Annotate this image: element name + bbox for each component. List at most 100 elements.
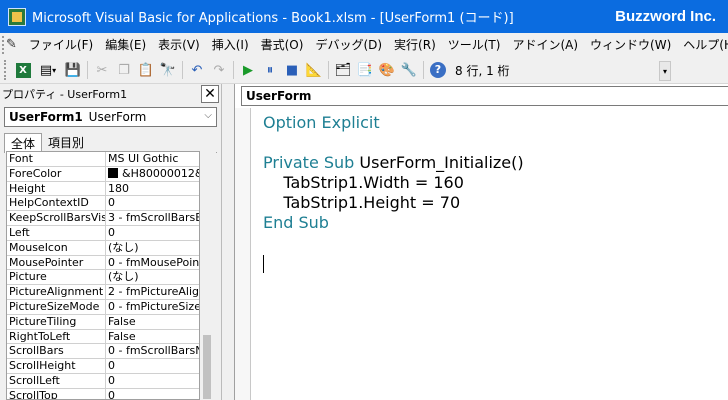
- find-icon[interactable]: 🔭: [157, 59, 179, 81]
- code-editor[interactable]: Option Explicit Private Sub UserForm_Ini…: [263, 113, 524, 273]
- cut-icon[interactable]: ✂: [91, 59, 113, 81]
- property-name: RightToLeft: [7, 329, 106, 344]
- property-value[interactable]: (なし): [106, 270, 199, 284]
- property-value[interactable]: False: [106, 315, 199, 329]
- property-row[interactable]: ScrollLeft 0: [7, 373, 199, 389]
- code-keyword: Option Explicit: [263, 113, 380, 132]
- property-value[interactable]: 0: [106, 196, 199, 210]
- code-line[interactable]: [263, 133, 524, 153]
- break-icon[interactable]: ⏸: [259, 59, 281, 81]
- run-icon[interactable]: ▶: [237, 59, 259, 81]
- property-value-color[interactable]: &H80000012&: [106, 167, 199, 181]
- object-select[interactable]: UserForm1 UserForm ⌵: [4, 107, 217, 127]
- property-row[interactable]: RightToLeft False: [7, 329, 199, 345]
- vba-app-icon[interactable]: [8, 7, 26, 26]
- property-row[interactable]: KeepScrollBarsVis 3 - fmScrollBarsB: [7, 211, 199, 226]
- property-value[interactable]: 0: [106, 389, 199, 399]
- chevron-down-icon[interactable]: ⌵: [204, 110, 212, 121]
- system-menu-icon[interactable]: ✎: [6, 37, 17, 53]
- property-row[interactable]: PictureSizeMode 0 - fmPictureSize: [7, 299, 199, 315]
- code-line[interactable]: Option Explicit: [263, 113, 524, 133]
- menu-addins[interactable]: アドイン(A): [506, 34, 584, 56]
- menu-insert[interactable]: 挿入(I): [206, 34, 255, 56]
- menu-edit[interactable]: 編集(E): [99, 34, 152, 56]
- excel-view-icon[interactable]: X: [12, 59, 34, 81]
- property-value[interactable]: 0 - fmPictureSize: [106, 300, 199, 314]
- properties-tabs: 全体 項目別: [4, 133, 217, 153]
- property-row[interactable]: Picture (なし): [7, 270, 199, 286]
- menu-view[interactable]: 表示(V): [152, 34, 206, 56]
- insert-userform-icon[interactable]: ▤ ▾: [34, 59, 62, 81]
- code-line[interactable]: [263, 233, 524, 253]
- property-name: ScrollTop: [7, 388, 106, 399]
- property-row[interactable]: ScrollHeight 0: [7, 359, 199, 374]
- menu-grip-handle[interactable]: [2, 36, 4, 54]
- object-browser-icon[interactable]: 🎨: [376, 59, 398, 81]
- menu-window[interactable]: ウィンドウ(W): [584, 34, 677, 56]
- code-line-current[interactable]: [263, 253, 524, 273]
- property-row[interactable]: MousePointer 0 - fmMousePoint: [7, 255, 199, 271]
- menu-tools[interactable]: ツール(T): [442, 34, 507, 56]
- property-name: KeepScrollBarsVis: [9, 211, 106, 225]
- paste-icon[interactable]: 📋: [135, 59, 157, 81]
- property-value[interactable]: MS UI Gothic: [106, 152, 199, 166]
- design-mode-icon[interactable]: 📐: [303, 59, 325, 81]
- property-value[interactable]: False: [106, 330, 199, 344]
- toolbox-icon[interactable]: 🔧: [398, 59, 420, 81]
- property-row[interactable]: PictureTiling False: [7, 314, 199, 330]
- property-row[interactable]: MouseIcon (なし): [7, 240, 199, 256]
- code-line[interactable]: Private Sub UserForm_Initialize(): [263, 153, 524, 173]
- property-value[interactable]: 2 - fmPictureAlig: [106, 285, 199, 299]
- project-explorer-icon[interactable]: 🗂: [332, 59, 354, 81]
- menu-help[interactable]: ヘルプ(H): [677, 34, 728, 56]
- code-line[interactable]: TabStrip1.Height = 70: [263, 193, 524, 213]
- property-value[interactable]: 0 - fmMousePoint: [106, 256, 199, 270]
- properties-window-icon[interactable]: 📑: [354, 59, 376, 81]
- property-row[interactable]: PictureAlignment 2 - fmPictureAlig: [7, 285, 199, 300]
- property-value[interactable]: (なし): [106, 241, 199, 255]
- property-row[interactable]: ScrollBars 0 - fmScrollBarsN: [7, 344, 199, 360]
- menu-format[interactable]: 書式(O): [255, 34, 310, 56]
- code-line[interactable]: End Sub: [263, 213, 524, 233]
- reset-icon[interactable]: ■: [281, 59, 303, 81]
- toolbar-grip-handle[interactable]: [4, 60, 12, 80]
- standard-toolbar: X ▤ ▾ 💾 ✂ ❐ 📋 🔭 ↶ ↷ ▶ ⏸ ■ 📐 🗂 📑 🎨 🔧 ? 8 行…: [0, 57, 728, 84]
- property-value[interactable]: 180: [106, 182, 199, 196]
- tab-alphabetic[interactable]: 全体: [4, 133, 43, 153]
- property-value[interactable]: 0: [106, 374, 199, 388]
- code-margin[interactable]: [235, 108, 251, 400]
- close-icon[interactable]: ✕: [201, 85, 219, 103]
- property-name: PictureTiling: [7, 314, 106, 329]
- menu-file[interactable]: ファイル(F): [23, 34, 99, 56]
- code-text: TabStrip1.Width = 160: [263, 173, 464, 192]
- save-icon[interactable]: 💾: [62, 59, 84, 81]
- redo-icon[interactable]: ↷: [208, 59, 230, 81]
- menu-bar: ✎ ファイル(F) 編集(E) 表示(V) 挿入(I) 書式(O) デバッグ(D…: [0, 33, 728, 57]
- property-row[interactable]: Height 180: [7, 181, 199, 197]
- property-row[interactable]: ForeColor &H80000012&: [7, 166, 199, 182]
- property-value[interactable]: 3 - fmScrollBarsB: [106, 211, 199, 225]
- property-value[interactable]: 0: [106, 359, 199, 373]
- property-name: ForeColor: [7, 166, 106, 181]
- menu-debug[interactable]: デバッグ(D): [309, 34, 388, 56]
- help-icon[interactable]: ?: [427, 59, 449, 81]
- toolbar-options-button[interactable]: ▾: [659, 61, 671, 81]
- properties-scrollbar[interactable]: [200, 151, 216, 400]
- property-value[interactable]: 0: [106, 226, 199, 240]
- object-combo[interactable]: UserForm: [241, 86, 728, 106]
- tab-categorized[interactable]: 項目別: [42, 133, 90, 153]
- scrollbar-thumb[interactable]: [203, 335, 211, 399]
- property-row[interactable]: Left 0: [7, 225, 199, 241]
- code-line[interactable]: TabStrip1.Width = 160: [263, 173, 524, 193]
- property-row[interactable]: ScrollTop 0: [7, 388, 199, 399]
- menu-run[interactable]: 実行(R): [388, 34, 442, 56]
- properties-title: プロパティ - UserForm1: [2, 88, 128, 101]
- property-row[interactable]: HelpContextID 0: [7, 196, 199, 212]
- brand-label: Buzzword Inc.: [615, 8, 716, 25]
- property-name: PictureSizeMode: [7, 299, 106, 314]
- undo-icon[interactable]: ↶: [186, 59, 208, 81]
- properties-window: プロパティ - UserForm1 ✕ UserForm1 UserForm ⌵…: [0, 84, 222, 400]
- copy-icon[interactable]: ❐: [113, 59, 135, 81]
- property-value[interactable]: 0 - fmScrollBarsN: [106, 344, 199, 358]
- property-row[interactable]: Font MS UI Gothic: [7, 152, 199, 167]
